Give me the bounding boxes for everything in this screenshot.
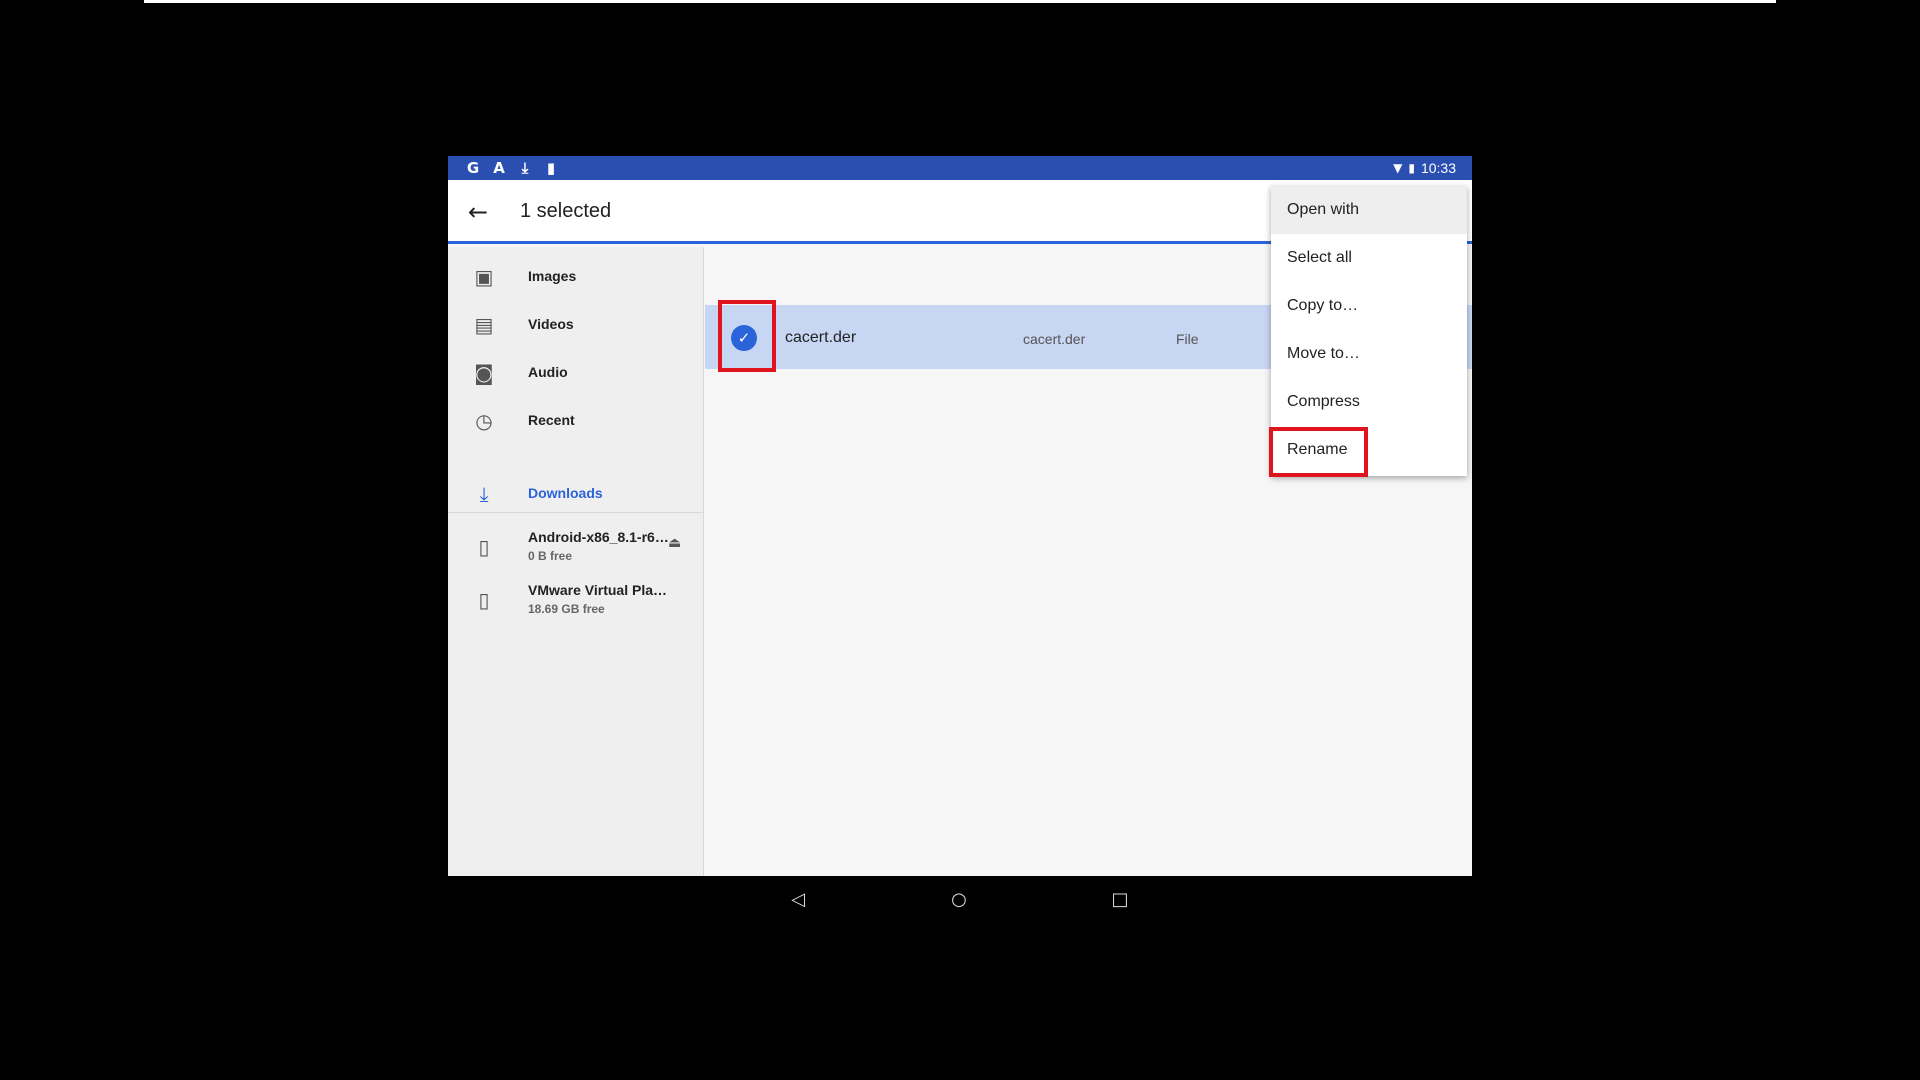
menu-item-label: Select all xyxy=(1287,249,1352,266)
menu-item-label: Move to… xyxy=(1287,345,1360,362)
menu-item-open-with[interactable]: Open with xyxy=(1271,186,1467,234)
status-time: 10:33 xyxy=(1420,160,1456,176)
nav-home-icon[interactable]: ○ xyxy=(945,886,973,914)
sidebar-item-downloads[interactable]: ⤓ Downloads xyxy=(448,470,704,518)
clock-icon: ◷ xyxy=(475,409,493,433)
sd-card-icon: ▮ xyxy=(546,159,556,177)
sidebar-item-free-space: 18.69 GB free xyxy=(528,602,605,616)
top-border-line xyxy=(144,0,1776,3)
navigation-bar: ◁ ○ □ xyxy=(448,876,1472,924)
wifi-icon: ▼ xyxy=(1393,161,1403,175)
sidebar-item-label: Recent xyxy=(528,412,575,428)
file-name: cacert.der xyxy=(785,329,857,346)
sidebar-item-label: Android-x86_8.1-r6… xyxy=(528,529,669,545)
selection-title: 1 selected xyxy=(520,200,612,222)
android-screen: G A ⤓ ▮ ▼ ▮ 10:33 ← 1 selected ▣ Images … xyxy=(448,156,1472,876)
sidebar-item-free-space: 0 B free xyxy=(528,549,573,563)
notification-icons: G A ⤓ ▮ xyxy=(466,159,558,177)
download-icon: ⤓ xyxy=(479,482,489,506)
checkbox-highlight xyxy=(718,300,776,372)
google-icon: G xyxy=(466,159,480,177)
menu-item-label: Open with xyxy=(1287,201,1360,218)
sidebar-item-recent[interactable]: ◷ Recent xyxy=(448,397,704,445)
menu-item-copy-to[interactable]: Copy to… xyxy=(1271,282,1467,330)
sidebar-item-audio[interactable]: ◙ Audio xyxy=(448,349,704,397)
back-arrow-icon[interactable]: ← xyxy=(460,194,496,230)
menu-item-label: Compress xyxy=(1287,393,1360,410)
status-right: ▼ ▮ 10:33 xyxy=(1393,159,1456,177)
sidebar-item-label: VMware Virtual Pla… xyxy=(528,582,668,598)
phone-icon: ▯ xyxy=(478,535,490,559)
menu-item-label: Copy to… xyxy=(1287,297,1359,314)
battery-icon: ▮ xyxy=(1408,161,1415,175)
roots-sidebar: ▣ Images ▤ Videos ◙ Audio ◷ Recent ⤓ Dow… xyxy=(448,247,704,876)
sidebar-item-label: Images xyxy=(528,268,577,284)
rename-highlight xyxy=(1269,427,1368,477)
menu-item-select-all[interactable]: Select all xyxy=(1271,234,1467,282)
status-bar: G A ⤓ ▮ ▼ ▮ 10:33 xyxy=(448,156,1472,180)
image-icon: ▣ xyxy=(474,265,494,289)
sidebar-item-label: Downloads xyxy=(528,485,603,501)
app-store-icon: A xyxy=(493,159,505,177)
menu-item-compress[interactable]: Compress xyxy=(1271,378,1467,426)
file-type: File xyxy=(1176,331,1199,347)
sidebar-item-android-x86[interactable]: ▯ Android-x86_8.1-r6… 0 B free ⏏ xyxy=(448,523,704,571)
video-icon: ▤ xyxy=(474,313,494,337)
nav-recents-icon[interactable]: □ xyxy=(1106,886,1134,914)
sidebar-item-label: Audio xyxy=(528,364,568,380)
download-icon: ⤓ xyxy=(521,159,529,177)
sidebar-item-vmware[interactable]: ▯ VMware Virtual Pla… 18.69 GB free xyxy=(448,576,704,624)
file-summary: cacert.der xyxy=(1023,331,1086,347)
sidebar-item-images[interactable]: ▣ Images xyxy=(448,253,704,301)
menu-item-move-to[interactable]: Move to… xyxy=(1271,330,1467,378)
nav-back-icon[interactable]: ◁ xyxy=(784,886,812,914)
sidebar-item-label: Videos xyxy=(528,316,574,332)
sidebar-item-videos[interactable]: ▤ Videos xyxy=(448,301,704,349)
eject-icon[interactable]: ⏏ xyxy=(668,535,681,551)
phone-icon: ▯ xyxy=(478,588,490,612)
headphones-icon: ◙ xyxy=(474,361,494,385)
